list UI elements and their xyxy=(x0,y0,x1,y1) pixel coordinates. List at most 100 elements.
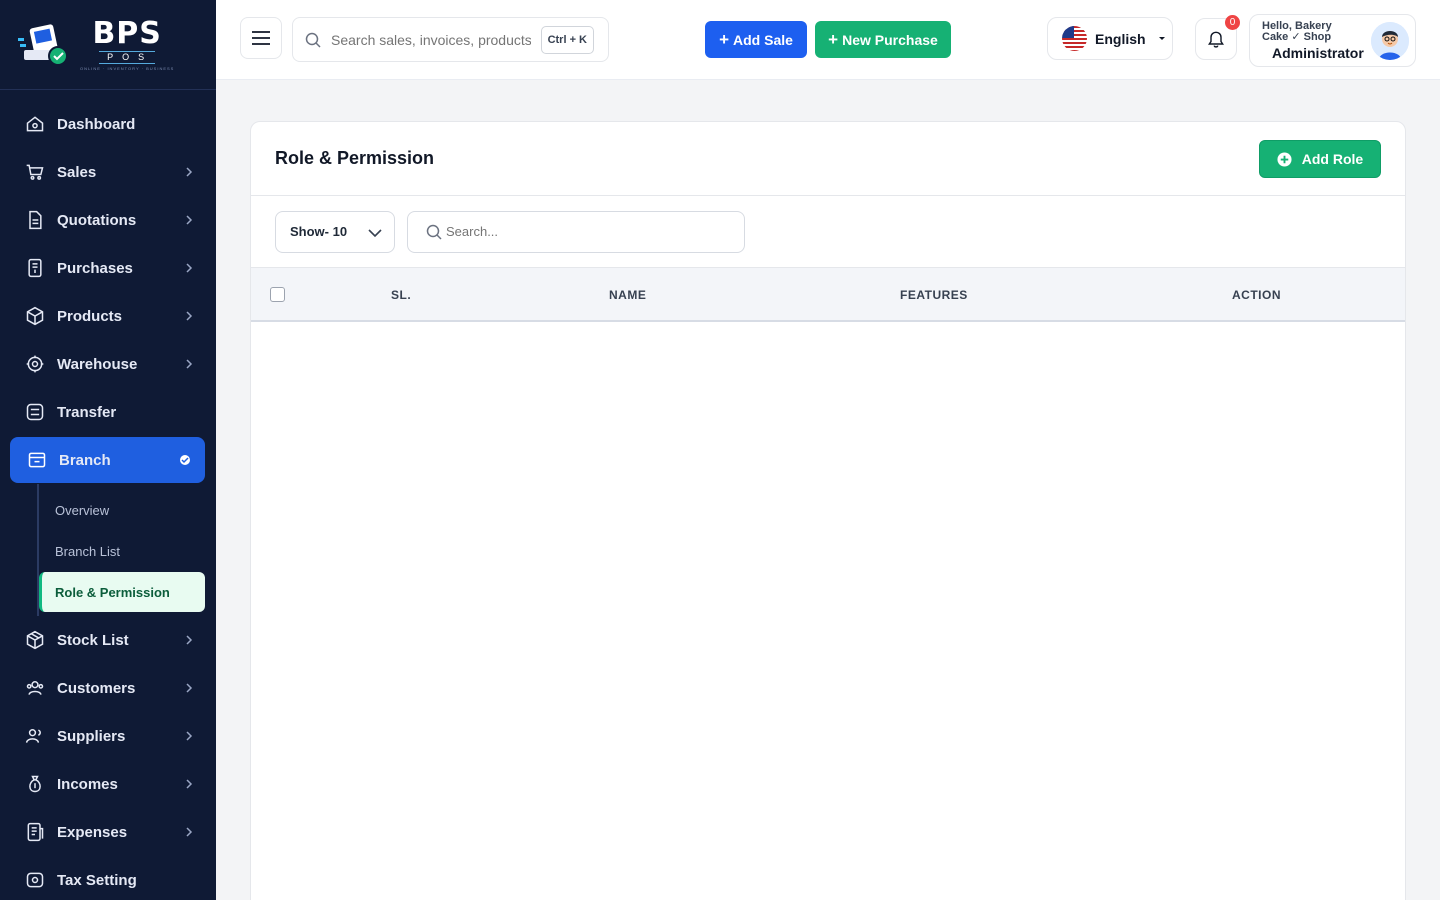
hamburger-icon xyxy=(252,31,270,45)
show-entries-value: Show- 10 xyxy=(290,224,348,239)
sidebar-item-label: Suppliers xyxy=(57,727,126,745)
sidebar-item-warehouse[interactable]: Warehouse xyxy=(0,340,216,388)
new-purchase-button[interactable]: + New Purchase xyxy=(815,21,951,58)
sidebar-item-label: Products xyxy=(57,307,123,325)
sidebar-item-label: Incomes xyxy=(57,775,118,793)
sidebar-item-stock-list[interactable]: Stock List xyxy=(0,616,216,664)
bell-icon xyxy=(1208,31,1224,48)
supplier-icon xyxy=(24,725,46,747)
add-sale-button[interactable]: + Add Sale xyxy=(705,21,807,58)
language-selector[interactable]: English xyxy=(1047,17,1173,60)
users-icon xyxy=(24,677,46,699)
submenu-item-overview[interactable]: Overview xyxy=(55,490,205,531)
column-header-sl[interactable]: SL. xyxy=(391,288,411,302)
select-all-checkbox[interactable] xyxy=(270,287,285,302)
submenu-item-role-permission[interactable]: Role & Permission xyxy=(39,572,205,612)
global-search[interactable]: Ctrl + K xyxy=(292,17,609,62)
sidebar-item-products[interactable]: Products xyxy=(0,292,216,340)
user-menu[interactable]: Hello, Bakery Cake ✓ Shop Administrator xyxy=(1249,14,1416,67)
sidebar-item-label: Quotations xyxy=(57,211,137,229)
user-role: Administrator xyxy=(1272,45,1364,61)
cart-icon xyxy=(24,161,46,183)
sidebar-item-label: Sales xyxy=(57,163,97,181)
chevron-right-icon xyxy=(186,167,193,177)
sidebar-item-customers[interactable]: Customers xyxy=(0,664,216,712)
cube-icon xyxy=(24,629,46,651)
show-entries-select[interactable]: Show- 10 xyxy=(275,210,395,253)
brand-sub: POS xyxy=(99,50,156,64)
chevron-right-icon xyxy=(186,635,193,645)
sidebar-item-expenses[interactable]: Expenses xyxy=(0,808,216,856)
table-header: SL. NAME FEATURES ACTION xyxy=(251,268,1405,322)
plus-icon: + xyxy=(828,29,839,49)
chevron-right-icon xyxy=(186,263,193,273)
add-sale-label: Add Sale xyxy=(733,31,793,48)
brand-name: BPS xyxy=(92,15,162,51)
table-search[interactable] xyxy=(407,210,745,253)
plus-circle-icon xyxy=(1277,151,1292,167)
table-search-input[interactable] xyxy=(446,224,726,239)
column-header-action[interactable]: ACTION xyxy=(1232,288,1281,302)
sidebar-nav: Dashboard Sales Quotations Purchases Pro… xyxy=(0,90,216,900)
sidebar-item-label: Expenses xyxy=(57,823,128,841)
sidebar-item-purchases[interactable]: Purchases xyxy=(0,244,216,292)
role-permission-card: Role & Permission Add Role Show- 10 SL. … xyxy=(250,121,1406,900)
branch-submenu: Overview Branch List Role & Permission xyxy=(37,484,216,616)
column-header-features[interactable]: FEATURES xyxy=(900,288,968,302)
submenu-item-branch-list[interactable]: Branch List xyxy=(55,531,205,572)
sidebar-item-label: Stock List xyxy=(57,631,129,649)
expense-icon xyxy=(24,821,46,843)
pos-terminal-icon xyxy=(18,23,68,66)
add-role-label: Add Role xyxy=(1301,151,1364,167)
sidebar-item-transfer[interactable]: Transfer xyxy=(0,388,216,436)
add-role-button[interactable]: Add Role xyxy=(1259,140,1381,178)
us-flag-icon xyxy=(1062,26,1087,51)
notifications-button[interactable]: 0 xyxy=(1195,15,1240,60)
document-icon xyxy=(24,209,46,231)
new-purchase-label: New Purchase xyxy=(842,31,938,48)
chevron-right-icon xyxy=(186,731,193,741)
sidebar-item-tax-setting[interactable]: Tax Setting xyxy=(0,856,216,900)
sidebar-item-label: Branch xyxy=(59,451,111,469)
sidebar-item-quotations[interactable]: Quotations xyxy=(0,196,216,244)
expanded-indicator-icon xyxy=(180,455,190,465)
sidebar-item-dashboard[interactable]: Dashboard xyxy=(0,100,216,148)
brand-logo[interactable]: BPS POS ONLINE · INVENTORY · BUSINESS xyxy=(0,0,216,90)
column-header-name[interactable]: NAME xyxy=(609,288,646,302)
sidebar-item-sales[interactable]: Sales xyxy=(0,148,216,196)
sidebar-item-label: Transfer xyxy=(57,403,117,421)
user-greeting: Hello, Bakery Cake ✓ Shop xyxy=(1262,20,1332,43)
chevron-right-icon xyxy=(186,779,193,789)
global-search-input[interactable] xyxy=(331,31,531,48)
chevron-down-icon xyxy=(368,228,382,237)
transfer-icon xyxy=(24,401,46,423)
table-body xyxy=(251,322,1405,882)
warehouse-icon xyxy=(24,353,46,375)
sidebar-item-label: Customers xyxy=(57,679,136,697)
avatar xyxy=(1371,22,1409,60)
search-icon xyxy=(305,32,321,48)
table-filters: Show- 10 xyxy=(251,196,1405,268)
chevron-right-icon xyxy=(186,311,193,321)
sidebar-item-label: Warehouse xyxy=(57,355,138,373)
language-label: English xyxy=(1095,30,1146,47)
caret-down-icon xyxy=(1158,36,1165,40)
notification-count-badge: 0 xyxy=(1225,15,1240,30)
sidebar-item-branch[interactable]: Branch xyxy=(10,437,205,483)
sidebar-item-label: Purchases xyxy=(57,259,133,277)
sidebar-item-incomes[interactable]: Incomes xyxy=(0,760,216,808)
chevron-right-icon xyxy=(186,683,193,693)
sidebar: BPS POS ONLINE · INVENTORY · BUSINESS Da… xyxy=(0,0,216,900)
plus-icon: + xyxy=(719,29,730,49)
sidebar-item-suppliers[interactable]: Suppliers xyxy=(0,712,216,760)
card-header: Role & Permission Add Role xyxy=(251,122,1405,196)
sidebar-item-label: Dashboard xyxy=(57,115,136,133)
brand-tagline: ONLINE · INVENTORY · BUSINESS xyxy=(80,65,175,71)
tax-icon xyxy=(24,869,46,891)
sidebar-item-label: Tax Setting xyxy=(57,871,137,889)
page-title: Role & Permission xyxy=(275,148,435,168)
chevron-right-icon xyxy=(186,359,193,369)
store-icon xyxy=(26,449,48,471)
menu-toggle-button[interactable] xyxy=(240,17,282,59)
chevron-right-icon xyxy=(186,215,193,225)
